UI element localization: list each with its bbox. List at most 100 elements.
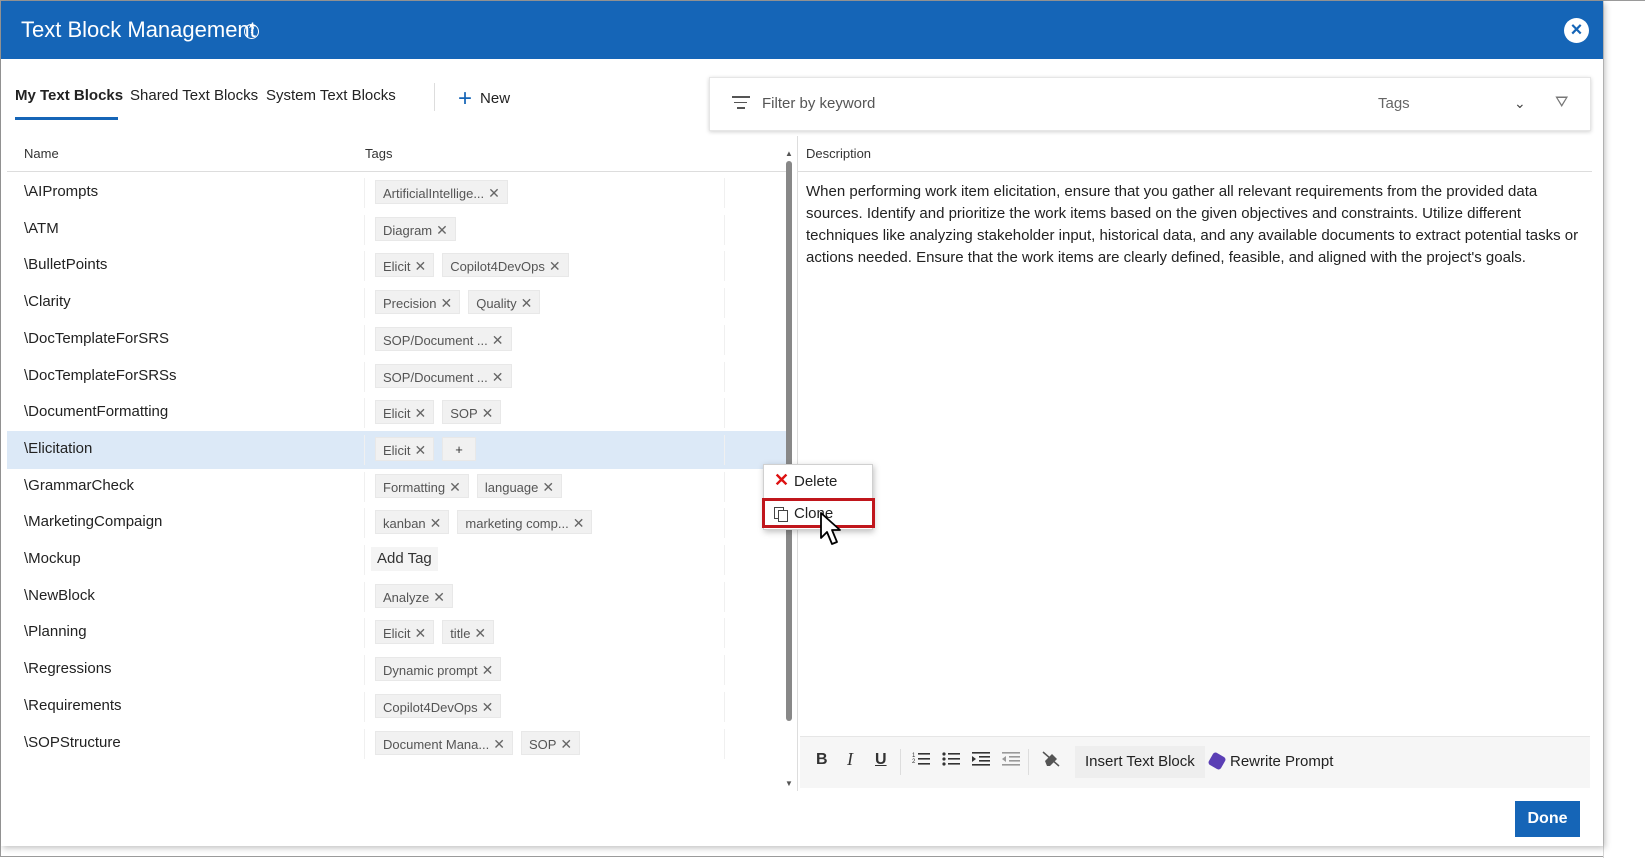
row-name: \DocumentFormatting bbox=[24, 403, 169, 421]
remove-tag-icon[interactable]: ✕ bbox=[521, 295, 533, 311]
chevron-down-icon[interactable]: ⌄ bbox=[1514, 95, 1526, 112]
column-divider bbox=[724, 545, 725, 575]
remove-tag-icon[interactable]: ✕ bbox=[482, 662, 494, 678]
column-divider bbox=[364, 545, 365, 575]
add-tag-button[interactable]: + bbox=[442, 436, 476, 461]
scroll-down-icon[interactable]: ▼ bbox=[785, 779, 793, 788]
rewrite-prompt-icon bbox=[1207, 751, 1227, 771]
column-header-name[interactable]: Name bbox=[24, 146, 59, 161]
underline-button[interactable]: U bbox=[875, 751, 887, 769]
table-row[interactable]: \SOPStructure Document Mana... ✕ SOP ✕ bbox=[7, 725, 789, 763]
tag-chip: Copilot4DevOps ✕ bbox=[375, 693, 502, 718]
remove-tag-icon[interactable]: ✕ bbox=[488, 185, 500, 201]
table-row[interactable]: \Elicitation Elicit ✕ + bbox=[7, 430, 789, 469]
help-icon[interactable]: ? bbox=[244, 24, 259, 39]
column-header-tags[interactable]: Tags bbox=[365, 146, 392, 161]
tag-label: SOP bbox=[528, 736, 557, 752]
table-row[interactable]: \BulletPoints Elicit ✕ Copilot4DevOps ✕ bbox=[7, 247, 789, 285]
tag-label: Elicit bbox=[383, 442, 411, 458]
remove-tag-icon[interactable]: ✕ bbox=[492, 369, 504, 385]
bold-button[interactable]: B bbox=[816, 751, 828, 769]
table-row[interactable]: \GrammarCheck Formatting ✕ language ✕ bbox=[7, 468, 789, 506]
remove-tag-icon[interactable]: ✕ bbox=[414, 442, 426, 458]
tag-chip: Copilot4DevOps ✕ bbox=[442, 253, 569, 278]
remove-tag-icon[interactable]: ✕ bbox=[414, 405, 426, 421]
table-row[interactable]: \DocTemplateForSRSs SOP/Document ... ✕ bbox=[7, 358, 789, 396]
remove-tag-icon[interactable]: ✕ bbox=[573, 515, 585, 531]
scroll-up-icon[interactable]: ▲ bbox=[785, 149, 793, 158]
new-button[interactable]: + New bbox=[458, 85, 510, 113]
column-divider bbox=[724, 178, 725, 208]
insert-text-block-button[interactable]: Insert Text Block bbox=[1075, 746, 1205, 778]
row-tags: Analyze ✕ bbox=[375, 583, 461, 610]
tag-chip: SOP ✕ bbox=[442, 400, 502, 425]
table-row[interactable]: \DocTemplateForSRS SOP/Document ... ✕ bbox=[7, 321, 789, 359]
column-divider bbox=[724, 691, 725, 722]
remove-tag-icon[interactable]: ✕ bbox=[449, 479, 461, 495]
tab-my-text-blocks[interactable]: My Text Blocks bbox=[15, 87, 123, 104]
rewrite-prompt-button[interactable]: Rewrite Prompt bbox=[1207, 746, 1333, 778]
row-tags: Precision ✕ Quality ✕ bbox=[375, 290, 548, 316]
clear-filter-icon[interactable]: ⛛ bbox=[1555, 94, 1568, 112]
text-block-management-dialog: Text Block Management ? × My Text Blocks… bbox=[1, 1, 1603, 846]
table-row[interactable]: \ATM Diagram ✕ bbox=[7, 211, 789, 249]
remove-tag-icon[interactable]: ✕ bbox=[474, 625, 486, 641]
table-row[interactable]: \NewBlock Analyze ✕ bbox=[7, 578, 789, 616]
table-row[interactable]: \MarketingCompaign kanban ✕ marketing comp.… bbox=[7, 504, 789, 542]
ordered-list-icon[interactable]: 12 bbox=[912, 751, 930, 772]
new-button-label: New bbox=[480, 90, 511, 107]
column-divider bbox=[724, 581, 725, 612]
table-row[interactable]: \Planning Elicit ✕ title ✕ bbox=[7, 614, 789, 652]
done-button[interactable]: Done bbox=[1515, 801, 1580, 837]
table-row[interactable]: \Clarity Precision ✕ Quality ✕ bbox=[7, 284, 789, 322]
column-divider bbox=[364, 618, 365, 649]
remove-tag-icon[interactable]: ✕ bbox=[430, 515, 442, 531]
remove-tag-icon[interactable]: ✕ bbox=[542, 479, 554, 495]
tab-shared-text-blocks[interactable]: Shared Text Blocks bbox=[130, 87, 258, 104]
column-divider bbox=[364, 398, 365, 429]
tag-chip: Elicit ✕ bbox=[375, 253, 435, 278]
tags-dropdown[interactable]: Tags bbox=[1378, 95, 1410, 112]
indent-icon[interactable] bbox=[972, 751, 990, 772]
table-row[interactable]: \Requirements Copilot4DevOps ✕ bbox=[7, 688, 789, 726]
remove-tag-icon[interactable]: ✕ bbox=[433, 589, 445, 605]
description-editor[interactable]: When performing work item elicitation, e… bbox=[806, 181, 1581, 269]
remove-tag-icon[interactable]: ✕ bbox=[414, 258, 426, 274]
table-row[interactable]: \AIPrompts ArtificialIntellige... ✕ bbox=[7, 174, 789, 212]
table-row[interactable]: \Mockup Add Tag bbox=[7, 541, 789, 579]
remove-tag-icon[interactable]: ✕ bbox=[560, 736, 572, 752]
table-row[interactable]: \DocumentFormatting Elicit ✕ SOP ✕ bbox=[7, 394, 789, 432]
column-divider bbox=[364, 508, 365, 539]
close-button[interactable]: × bbox=[1564, 18, 1589, 43]
description-header: Description bbox=[806, 146, 872, 161]
italic-button[interactable]: I bbox=[847, 749, 853, 770]
context-menu-delete[interactable]: ✕ Delete bbox=[764, 467, 872, 497]
remove-tag-icon[interactable]: ✕ bbox=[482, 699, 494, 715]
tag-chip: Elicit ✕ bbox=[375, 620, 435, 645]
outdent-icon[interactable] bbox=[1002, 751, 1020, 772]
tag-label: Precision bbox=[383, 296, 437, 312]
row-tags: kanban ✕ marketing comp... ✕ bbox=[375, 510, 600, 536]
mouse-cursor-icon bbox=[819, 511, 845, 552]
table-row[interactable]: \Regressions Dynamic prompt ✕ bbox=[7, 651, 789, 689]
remove-tag-icon[interactable]: ✕ bbox=[549, 258, 561, 274]
remove-tag-icon[interactable]: ✕ bbox=[482, 405, 494, 421]
row-name: \Elicitation bbox=[24, 439, 93, 457]
scroll-thumb[interactable] bbox=[786, 161, 792, 721]
add-tag-input[interactable]: Add Tag bbox=[371, 547, 438, 571]
background-strip bbox=[1603, 1, 1645, 858]
keyword-filter-input[interactable]: Filter by keyword bbox=[762, 95, 875, 112]
remove-tag-icon[interactable]: ✕ bbox=[414, 625, 426, 641]
remove-tag-icon[interactable]: ✕ bbox=[492, 332, 504, 348]
tab-system-text-blocks[interactable]: System Text Blocks bbox=[266, 87, 396, 104]
tag-label: Document Mana... bbox=[383, 736, 490, 752]
column-divider bbox=[364, 178, 365, 208]
tag-label: Copilot4DevOps bbox=[450, 259, 545, 275]
clear-format-icon[interactable] bbox=[1042, 751, 1060, 772]
tag-label: Copilot4DevOps bbox=[383, 699, 478, 715]
remove-tag-icon[interactable]: ✕ bbox=[493, 736, 505, 752]
bullet-list-icon[interactable] bbox=[942, 751, 960, 772]
remove-tag-icon[interactable]: ✕ bbox=[436, 222, 448, 238]
column-divider bbox=[364, 655, 365, 686]
remove-tag-icon[interactable]: ✕ bbox=[440, 295, 452, 311]
